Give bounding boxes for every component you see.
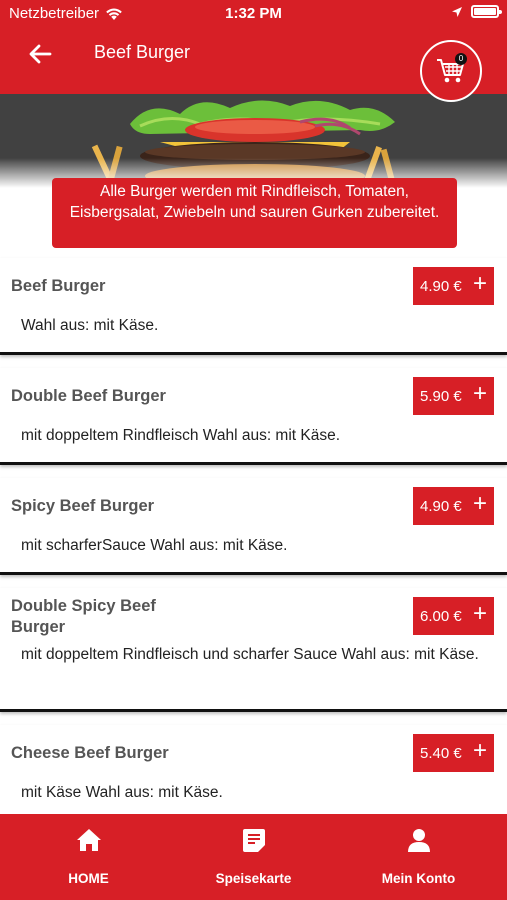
menu-item[interactable]: Beef Burger Wahl aus: mit Käse. 4.90 € + xyxy=(0,258,507,355)
item-name: Double Spicy Beef Burger xyxy=(11,597,156,636)
add-to-cart-button[interactable]: 6.00 € + xyxy=(413,597,494,635)
menu-item[interactable]: Double Beef Burger mit doppeltem Rindfle… xyxy=(0,368,507,465)
item-description: mit Käse Wahl aus: mit Käse. xyxy=(21,784,223,801)
menu-list: Beef Burger Wahl aus: mit Käse. 4.90 € +… xyxy=(0,258,507,835)
item-description: mit scharferSauce Wahl aus: mit Käse. xyxy=(21,537,288,554)
nav-label: Speisekarte xyxy=(215,871,292,886)
plus-icon: + xyxy=(472,270,487,297)
cart-count-badge: 0 xyxy=(455,53,467,65)
add-to-cart-button[interactable]: 4.90 € + xyxy=(413,487,494,525)
status-bar: Netzbetreiber 1:32 PM xyxy=(0,0,507,28)
plus-icon: + xyxy=(472,737,487,764)
item-price: 6.00 € xyxy=(420,607,462,625)
item-price: 4.90 € xyxy=(420,277,462,295)
nav-home[interactable]: HOME xyxy=(4,814,173,900)
item-name: Cheese Beef Burger xyxy=(11,744,169,762)
add-to-cart-button[interactable]: 5.90 € + xyxy=(413,377,494,415)
bottom-nav: HOME Speisekarte Mein Konto xyxy=(0,814,507,900)
item-price: 5.40 € xyxy=(420,744,462,762)
menu-item[interactable]: Spicy Beef Burger mit scharferSauce Wahl… xyxy=(0,478,507,575)
nav-label: Mein Konto xyxy=(381,871,456,886)
cart-button[interactable]: 0 xyxy=(420,40,482,102)
nav-menu-card[interactable]: Speisekarte xyxy=(169,814,338,900)
add-to-cart-button[interactable]: 5.40 € + xyxy=(413,734,494,772)
item-price: 4.90 € xyxy=(420,497,462,515)
back-arrow-icon[interactable] xyxy=(26,40,54,68)
item-name: Spicy Beef Burger xyxy=(11,497,155,515)
status-time: 1:32 PM xyxy=(225,5,282,22)
account-icon xyxy=(407,829,430,852)
add-to-cart-button[interactable]: 4.90 € + xyxy=(413,267,494,305)
home-icon xyxy=(76,829,101,851)
item-price: 5.90 € xyxy=(420,387,462,405)
battery-icon xyxy=(471,5,502,18)
hero-burger-image xyxy=(0,94,507,188)
plus-icon: + xyxy=(472,600,487,627)
plus-icon: + xyxy=(472,490,487,517)
item-name: Beef Burger xyxy=(11,277,106,295)
menu-card-icon xyxy=(242,829,265,852)
nav-account[interactable]: Mein Konto xyxy=(334,814,503,900)
item-description: Wahl aus: mit Käse. xyxy=(21,317,159,334)
location-arrow-icon xyxy=(452,6,462,17)
menu-item[interactable]: Cheese Beef Burger mit Käse Wahl aus: mi… xyxy=(0,725,507,822)
page-title: Beef Burger xyxy=(94,42,191,62)
status-right xyxy=(451,5,502,18)
item-description: mit doppeltem Rindfleisch und scharfer S… xyxy=(21,646,479,663)
ingredients-notice: Alle Burger werden mit Rindfleisch, Toma… xyxy=(52,178,457,248)
item-name: Double Beef Burger xyxy=(11,387,166,405)
menu-item[interactable]: Double Spicy Beef Burger mit doppeltem R… xyxy=(0,588,507,712)
plus-icon: + xyxy=(472,380,487,407)
nav-label: HOME xyxy=(68,871,109,886)
item-description: mit doppeltem Rindfleisch Wahl aus: mit … xyxy=(21,427,341,444)
